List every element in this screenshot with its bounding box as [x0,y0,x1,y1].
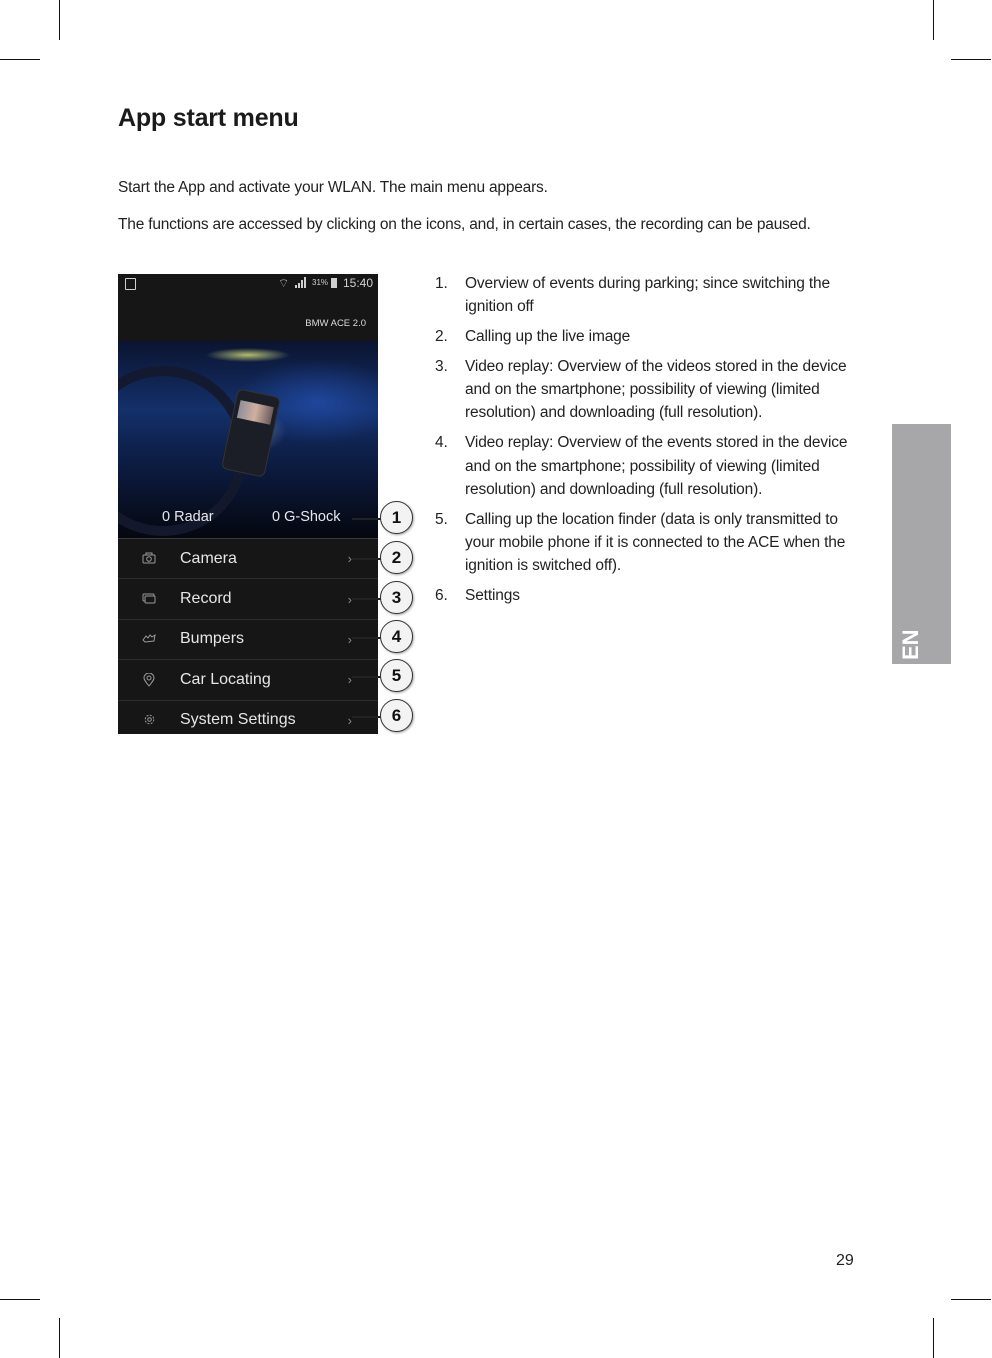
callout-leader-line [352,598,382,600]
list-number: 4. [435,434,448,452]
callout-6: 6 [352,698,416,734]
callout-number: 5 [380,659,413,692]
callout-leader-line [352,558,382,560]
list-item: 2. Calling up the live image [434,325,864,348]
list-text: Settings [465,587,520,605]
crop-mark [59,1318,60,1358]
radar-counter[interactable]: 0 Radar [162,509,214,525]
callout-number: 6 [380,699,413,732]
list-item: 6. Settings [434,584,864,607]
language-tab: EN [892,424,951,664]
bumper-icon [142,632,156,646]
callout-number: 1 [380,501,413,534]
callout-leader-line [352,637,382,639]
menu-item-label: Car Locating [180,670,271,688]
page-title: App start menu [118,104,299,132]
gear-icon [142,713,156,727]
signal-icon [295,277,306,288]
callout-number: 4 [380,620,413,653]
crop-mark [933,1318,934,1358]
menu-item-system-settings[interactable]: System Settings › [118,699,378,734]
menu-item-car-locating[interactable]: Car Locating › [118,659,378,699]
list-number: 6. [435,587,448,605]
list-number: 5. [435,510,448,528]
list-item: 4. Video replay: Overview of the events s… [434,431,864,501]
status-bar: ⌔ 31% 15:40 [118,274,378,296]
menu-item-label: System Settings [180,711,296,729]
callout-5: 5 [352,658,416,694]
menu-item-label: Record [180,590,232,608]
language-label: EN [898,629,923,660]
menu-item-camera[interactable]: Camera › [118,538,378,578]
crop-mark [933,0,934,40]
crop-mark [59,0,60,40]
list-text: Video replay: Overview of the events sto… [465,434,848,498]
intro-paragraph: Start the App and activate your WLAN. Th… [118,179,548,196]
menu-item-record[interactable]: Record › [118,578,378,618]
list-number: 3. [435,357,448,375]
crop-mark [951,59,991,60]
functions-paragraph: The functions are accessed by clicking o… [118,216,811,233]
record-icon [142,592,156,606]
list-item: 1. Overview of events during parking; sin… [434,272,864,319]
clock: 15:40 [343,276,374,290]
list-text: Video replay: Overview of the videos sto… [465,357,847,422]
device-name: BMW ACE 2.0 [305,318,366,329]
event-counters[interactable]: 0 Radar 0 G-Shock [118,504,378,538]
location-pin-icon [142,672,156,687]
list-number: 1. [435,275,448,292]
list-item: 5. Calling up the location finder (data i… [434,508,864,578]
main-menu: Camera › Record › Bumpers › Car Locating… [118,538,378,734]
menu-item-label: Bumpers [180,630,245,648]
crop-mark [951,1299,991,1300]
list-text: Calling up the live image [465,328,631,346]
menu-item-label: Camera [180,549,237,567]
callout-3: 3 [352,580,416,616]
callout-2: 2 [352,540,416,576]
phone-screenshot: ⌔ 31% 15:40 BMW ACE 2.0 0 Radar 0 G-Shoc… [118,274,378,734]
battery-percent: 31% [312,278,329,287]
page-number: 29 [836,1252,854,1269]
callout-1: 1 [352,500,416,536]
callout-leader-line [352,716,382,718]
callout-leader-line [352,676,382,678]
function-description-list: 1. Overview of events during parking; sin… [434,272,864,614]
battery-icon [331,278,337,288]
crop-mark [0,1299,40,1300]
callout-leader-line [352,518,382,520]
gshock-counter[interactable]: 0 G-Shock [272,509,341,525]
crop-mark [0,59,40,60]
list-item: 3. Video replay: Overview of the videos s… [434,355,864,425]
list-text: Overview of events during parking; since… [465,275,830,316]
callout-4: 4 [352,619,416,655]
wifi-icon: ⌔ [278,276,290,290]
callout-number: 2 [380,541,413,574]
list-text: Calling up the location finder (data is … [465,510,846,575]
menu-item-bumpers[interactable]: Bumpers › [118,618,378,659]
camera-icon [142,552,156,566]
list-number: 2. [435,328,448,346]
notification-icon [125,278,136,290]
callout-number: 3 [380,581,413,614]
